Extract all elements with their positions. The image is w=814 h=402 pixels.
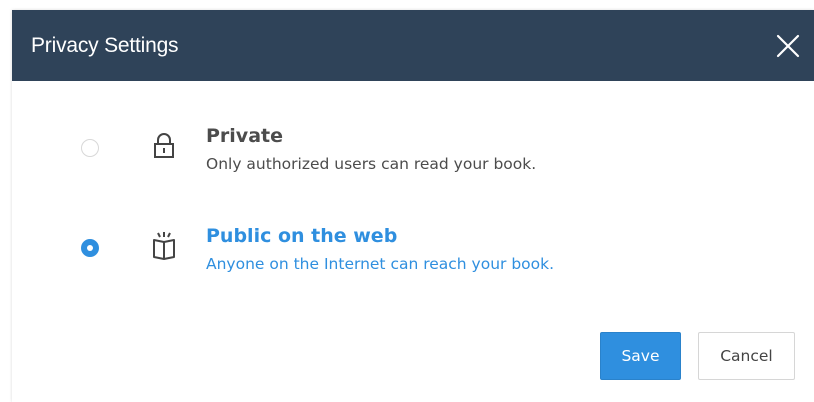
private-title: Private (206, 125, 283, 147)
close-icon (776, 34, 800, 57)
private-description: Only authorized users can read your book… (206, 155, 537, 173)
dialog-title: Privacy Settings (31, 33, 179, 57)
lock-icon (154, 133, 174, 158)
dialog-header: Privacy Settings (12, 10, 814, 81)
cancel-button[interactable]: Cancel (698, 332, 795, 380)
public-title: Public on the web (206, 225, 398, 247)
privacy-settings-dialog: Privacy Settings Private Only authorized… (12, 10, 814, 402)
close-button[interactable] (772, 30, 804, 62)
option-public[interactable]: Public on the web Anyone on the Internet… (12, 225, 814, 288)
public-description: Anyone on the Internet can reach your bo… (206, 255, 555, 273)
public-radio[interactable] (81, 239, 99, 257)
open-book-icon (153, 232, 175, 260)
option-private[interactable]: Private Only authorized users can read y… (12, 125, 814, 188)
save-button[interactable]: Save (600, 332, 681, 380)
private-radio[interactable] (81, 139, 99, 157)
